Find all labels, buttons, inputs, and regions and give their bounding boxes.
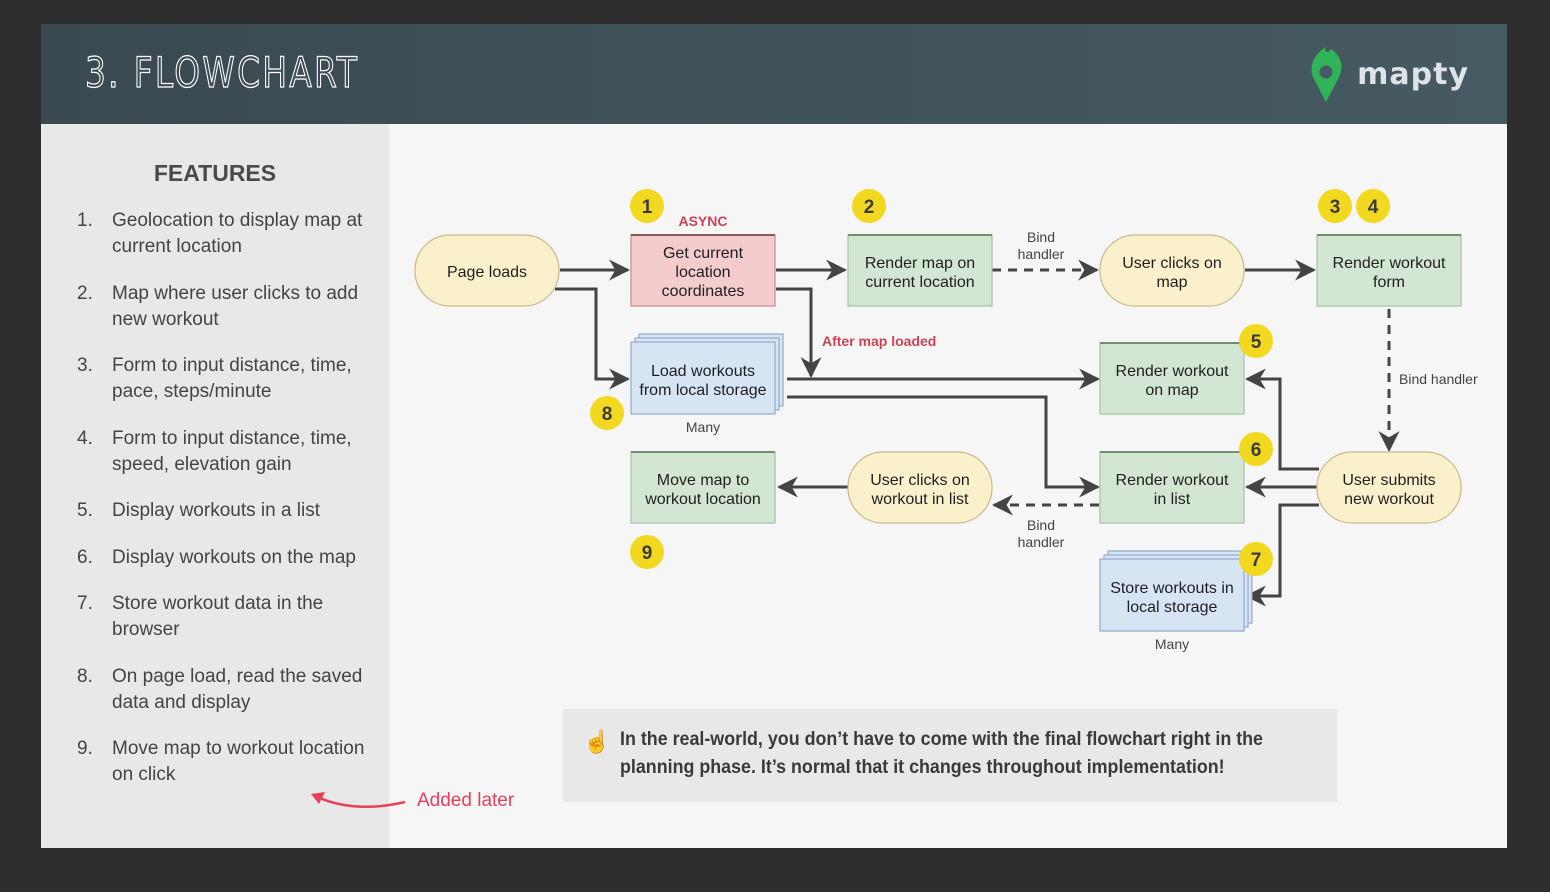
node-render-form: Render workout form	[1316, 234, 1462, 307]
badge-5: 5	[1239, 324, 1273, 358]
edge-label-bind-handler: Bind handler	[1018, 229, 1065, 262]
svg-text:4: 4	[1368, 197, 1379, 218]
node-caption: Many	[686, 419, 720, 435]
badge-2: 2	[852, 189, 886, 223]
badge-1: 1	[630, 189, 664, 223]
node-load-workouts: Load workouts from local storage Many	[630, 333, 784, 435]
badge-8: 8	[590, 396, 624, 430]
pointing-up-icon: ☝	[583, 729, 611, 754]
edge-pageloads-loadworkouts	[555, 287, 631, 390]
badge-6: 6	[1239, 432, 1273, 466]
node-render-on-map: Render workout on map	[1099, 342, 1245, 415]
svg-text:6: 6	[1251, 440, 1262, 461]
svg-text:5: 5	[1251, 332, 1262, 353]
tip-text: In the real-world, you don’t have to com…	[620, 729, 1264, 778]
node-render-map: Render map on current location	[847, 234, 993, 307]
node-user-submits: User submits new workout	[1316, 451, 1462, 524]
badge-9: 9	[630, 535, 664, 569]
node-page-loads: Page loads	[414, 234, 560, 307]
svg-text:1: 1	[642, 197, 653, 218]
node-user-clicks-list: User clicks on workout in list	[847, 451, 993, 524]
edge-label-bind-handler: Bind handler	[1018, 517, 1065, 550]
node-label: Page loads	[447, 264, 527, 281]
added-later-arrow	[314, 794, 406, 809]
node-store-workouts: Store workouts in local storage Many	[1099, 550, 1253, 652]
async-tag: ASYNC	[678, 213, 727, 229]
svg-text:2: 2	[864, 197, 875, 218]
badge-4: 4	[1356, 189, 1390, 223]
tip-box: ☝ In the real-world, you don’t have to c…	[563, 709, 1337, 802]
badge-7: 7	[1239, 542, 1273, 576]
svg-text:9: 9	[642, 543, 653, 564]
slide: 3. FLOWCHART mapty FEATURES 1. Geolocatio…	[41, 24, 1507, 848]
edge-label-bind-handler: Bind handler	[1399, 371, 1478, 387]
badge-3: 3	[1318, 189, 1352, 223]
svg-text:7: 7	[1251, 550, 1262, 571]
svg-text:8: 8	[602, 404, 613, 425]
node-user-clicks-map: User clicks on map	[1099, 234, 1245, 307]
svg-text:3: 3	[1330, 197, 1341, 218]
edge-label-after-map-loaded: After map loaded	[822, 333, 936, 349]
node-caption: Many	[1155, 636, 1189, 652]
node-get-location: Get current location coordinates ASYNC	[630, 213, 776, 307]
node-move-map: Move map to workout location	[630, 451, 776, 524]
node-render-in-list: Render workout in list	[1099, 451, 1245, 524]
